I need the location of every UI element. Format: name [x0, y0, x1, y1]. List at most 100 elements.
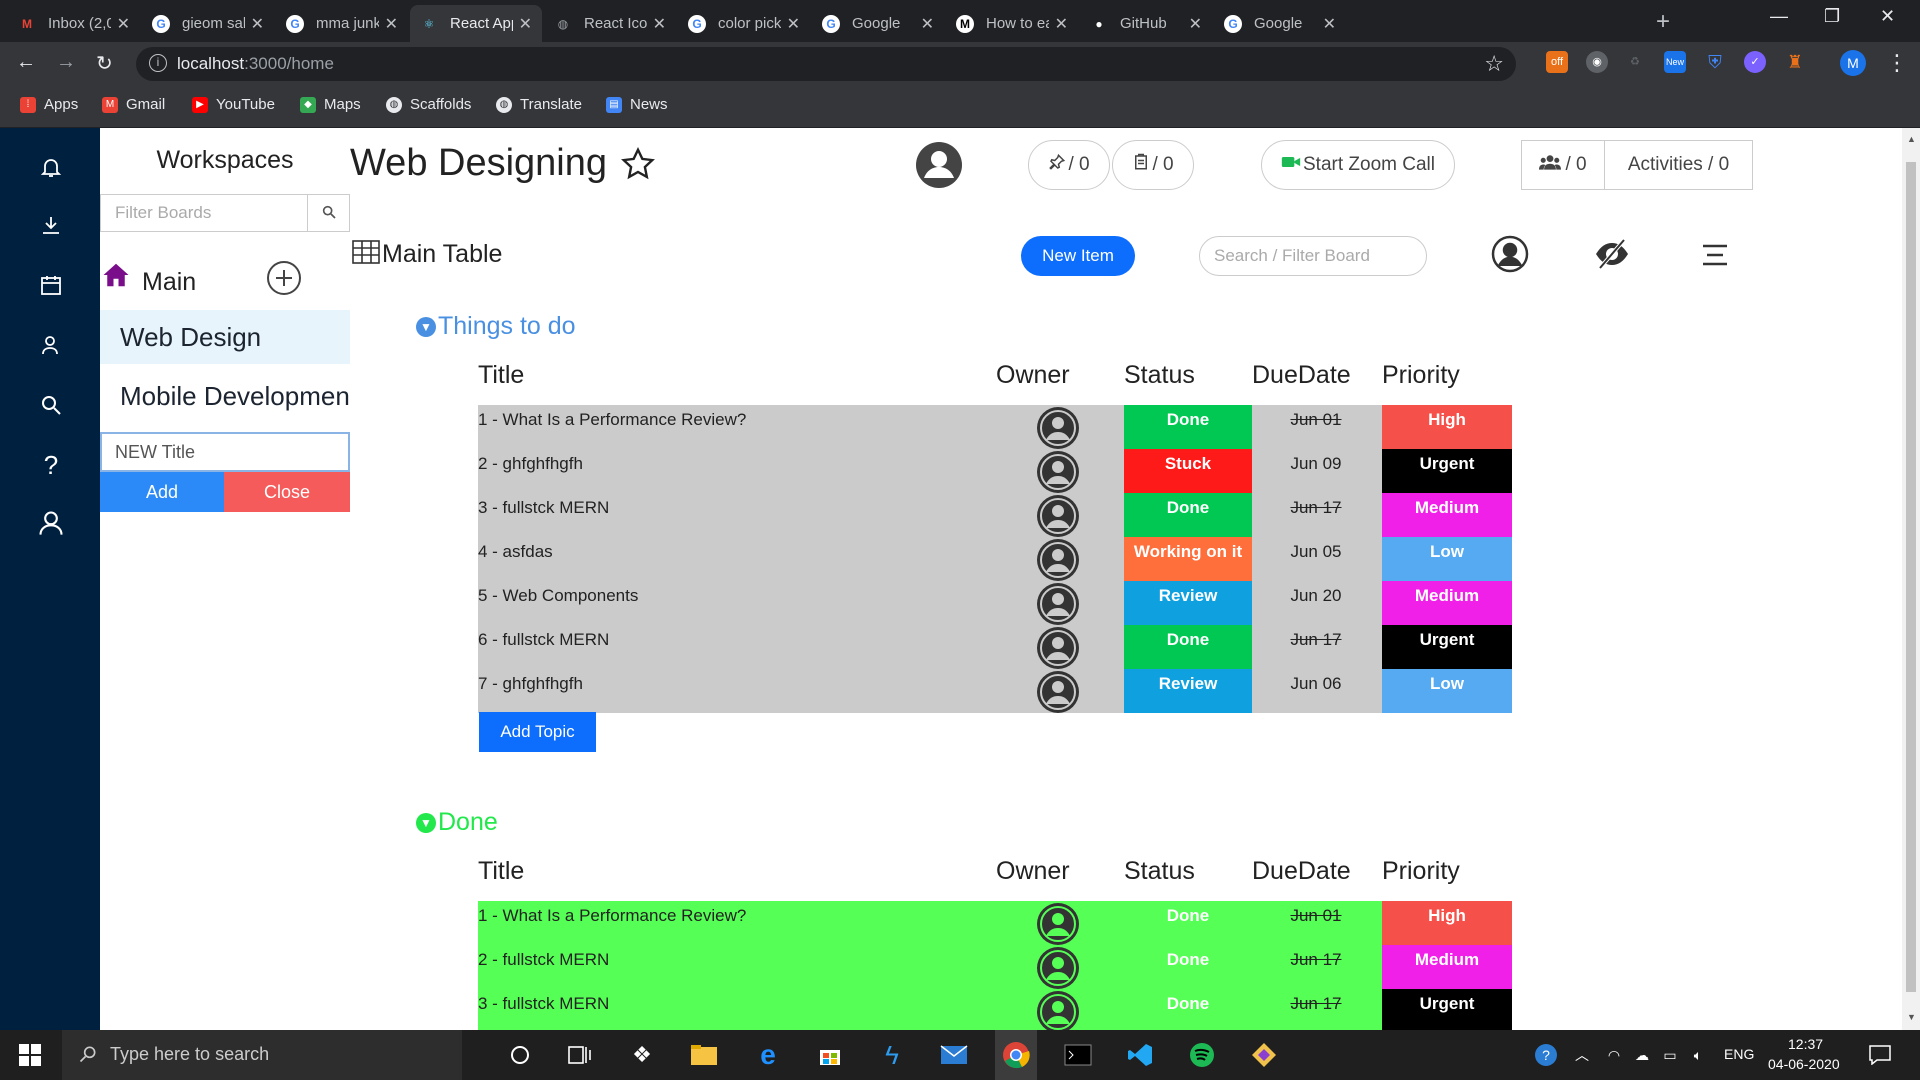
- board-search-input[interactable]: [1199, 236, 1427, 276]
- restore-icon[interactable]: ❐: [1824, 6, 1840, 27]
- group-header[interactable]: ▼ Things to do: [416, 312, 576, 341]
- table-row[interactable]: 6 - fullstck MERN Done Jun 17 Urgent: [478, 625, 1512, 669]
- owner-avatar-icon[interactable]: [1036, 946, 1080, 990]
- due-date[interactable]: Jun 09: [1252, 449, 1380, 493]
- tab-close-icon[interactable]: ✕: [921, 14, 934, 34]
- priority-badge[interactable]: High: [1382, 901, 1512, 945]
- store-icon[interactable]: [814, 1039, 846, 1071]
- main-table-title[interactable]: Main Table: [382, 240, 502, 269]
- chevron-down-icon[interactable]: ▼: [416, 812, 436, 833]
- status-badge[interactable]: Done: [1124, 901, 1252, 945]
- scroll-down-icon[interactable]: ▼: [1907, 1012, 1916, 1022]
- search-icon[interactable]: [321, 204, 337, 225]
- owner-avatar-icon[interactable]: [1036, 406, 1080, 450]
- browser-tab[interactable]: Ggieom salary ✕: [142, 5, 274, 42]
- dropbox-icon[interactable]: ❖: [626, 1039, 658, 1071]
- owner-avatar-icon[interactable]: [1036, 670, 1080, 714]
- help-tray-icon[interactable]: ?: [1530, 1039, 1562, 1071]
- chrome-taskbar-icon[interactable]: [995, 1030, 1037, 1080]
- browser-tab[interactable]: G Google ✕: [812, 5, 944, 42]
- volume-icon[interactable]: 🔈︎: [1682, 1039, 1714, 1071]
- terminal-icon[interactable]: [1062, 1039, 1094, 1071]
- extension-check-icon[interactable]: ✓: [1744, 51, 1766, 73]
- new-board-title-input[interactable]: [100, 432, 350, 472]
- owner-avatar-icon[interactable]: [1036, 902, 1080, 946]
- due-date[interactable]: Jun 17: [1252, 945, 1380, 989]
- status-badge[interactable]: Done: [1124, 493, 1252, 537]
- extension-off-icon[interactable]: off: [1546, 51, 1568, 73]
- reload-icon[interactable]: ↻: [96, 51, 113, 76]
- windows-start-icon[interactable]: [14, 1039, 46, 1071]
- language-indicator[interactable]: ENG: [1724, 1046, 1754, 1062]
- lightning-app-icon[interactable]: ϟ: [876, 1039, 908, 1071]
- vscode-icon[interactable]: [1124, 1039, 1156, 1071]
- address-bar[interactable]: i localhost:3000/home ☆: [136, 47, 1516, 81]
- item-title[interactable]: 2 - ghfghfhgfh: [478, 449, 978, 493]
- download-icon[interactable]: [34, 208, 68, 242]
- group-header[interactable]: ▼ Done: [416, 808, 498, 837]
- bookmark-translate[interactable]: ◍ Translate: [496, 96, 582, 113]
- extension-circle-icon[interactable]: ◉: [1586, 51, 1608, 73]
- calendar-icon[interactable]: [34, 268, 68, 302]
- taskbar-search[interactable]: Type here to search: [62, 1030, 462, 1080]
- task-view-icon[interactable]: [564, 1039, 596, 1071]
- add-topic-button[interactable]: Add Topic: [479, 712, 596, 752]
- profile-icon[interactable]: [34, 506, 68, 540]
- filter-boards-input[interactable]: [101, 195, 308, 231]
- bookmark-star-icon[interactable]: ☆: [1484, 51, 1504, 77]
- extension-shield-icon[interactable]: ⛨: [1704, 51, 1726, 73]
- due-date[interactable]: Jun 01: [1252, 405, 1380, 449]
- owner-avatar-icon[interactable]: [1036, 626, 1080, 670]
- bookmark-scaffolds[interactable]: ◍ Scaffolds: [386, 96, 471, 113]
- status-badge[interactable]: Done: [1124, 405, 1252, 449]
- browser-tab[interactable]: ⚛ React App ✕: [410, 5, 542, 42]
- help-icon[interactable]: ?: [34, 448, 68, 482]
- clock-date[interactable]: 04-06-2020: [1768, 1056, 1840, 1072]
- workspace-main-label[interactable]: Main: [142, 268, 196, 297]
- tab-close-icon[interactable]: ✕: [251, 14, 264, 34]
- bell-icon[interactable]: [34, 150, 68, 184]
- priority-badge[interactable]: High: [1382, 405, 1512, 449]
- due-date[interactable]: Jun 17: [1252, 989, 1380, 1033]
- owner-avatar-icon[interactable]: [1036, 990, 1080, 1034]
- table-row[interactable]: 1 - What Is a Performance Review? Done Jun…: [478, 901, 1512, 945]
- bookmark-apps[interactable]: ⁞ Apps: [20, 96, 78, 113]
- browser-tab[interactable]: ● GitHub ✕: [1080, 5, 1212, 42]
- item-title[interactable]: 4 - asfdas: [478, 537, 978, 581]
- git-kraken-icon[interactable]: [1248, 1039, 1280, 1071]
- board-owner-avatar[interactable]: [914, 140, 964, 195]
- tray-chevron-icon[interactable]: ︿: [1566, 1039, 1598, 1071]
- status-badge[interactable]: Done: [1124, 625, 1252, 669]
- table-row[interactable]: 3 - fullstck MERN Done Jun 17 Medium: [478, 493, 1512, 537]
- priority-badge[interactable]: Urgent: [1382, 625, 1512, 669]
- browser-tab[interactable]: M Inbox (2,062 ✕: [8, 5, 140, 42]
- table-row[interactable]: 1 - What Is a Performance Review? Done Jun…: [478, 405, 1512, 449]
- browser-tab[interactable]: G Google ✕: [1214, 5, 1346, 42]
- tab-close-icon[interactable]: ✕: [1189, 14, 1202, 34]
- user-add-icon[interactable]: [34, 328, 68, 362]
- tab-close-icon[interactable]: ✕: [519, 14, 532, 34]
- spotify-icon[interactable]: [1186, 1039, 1218, 1071]
- priority-badge[interactable]: Medium: [1382, 945, 1512, 989]
- page-scrollbar[interactable]: ▲ ▼: [1902, 128, 1920, 1030]
- cortana-icon[interactable]: [504, 1039, 536, 1071]
- due-date[interactable]: Jun 20: [1252, 581, 1380, 625]
- board-item-web-design[interactable]: Web Design: [100, 310, 350, 364]
- start-zoom-call-button[interactable]: Start Zoom Call: [1261, 140, 1455, 190]
- window-close-icon[interactable]: ✕: [1880, 6, 1895, 27]
- bookmark-maps[interactable]: ◆ Maps: [300, 96, 361, 113]
- tab-close-icon[interactable]: ✕: [385, 14, 398, 34]
- extension-new-icon[interactable]: New: [1664, 51, 1686, 73]
- status-badge[interactable]: Working on it: [1124, 537, 1252, 581]
- table-row[interactable]: 7 - ghfghfhgfh Review Jun 06 Low: [478, 669, 1512, 713]
- due-date[interactable]: Jun 17: [1252, 493, 1380, 537]
- item-title[interactable]: 2 - fullstck MERN: [478, 945, 978, 989]
- owner-avatar-icon[interactable]: [1036, 494, 1080, 538]
- tab-close-icon[interactable]: ✕: [1055, 14, 1068, 34]
- search-icon[interactable]: [34, 388, 68, 422]
- priority-badge[interactable]: Low: [1382, 537, 1512, 581]
- item-title[interactable]: 6 - fullstck MERN: [478, 625, 978, 669]
- close-board-button[interactable]: Close: [224, 472, 350, 512]
- pin-counter[interactable]: / 0: [1028, 140, 1110, 190]
- edge-icon[interactable]: e: [752, 1039, 784, 1071]
